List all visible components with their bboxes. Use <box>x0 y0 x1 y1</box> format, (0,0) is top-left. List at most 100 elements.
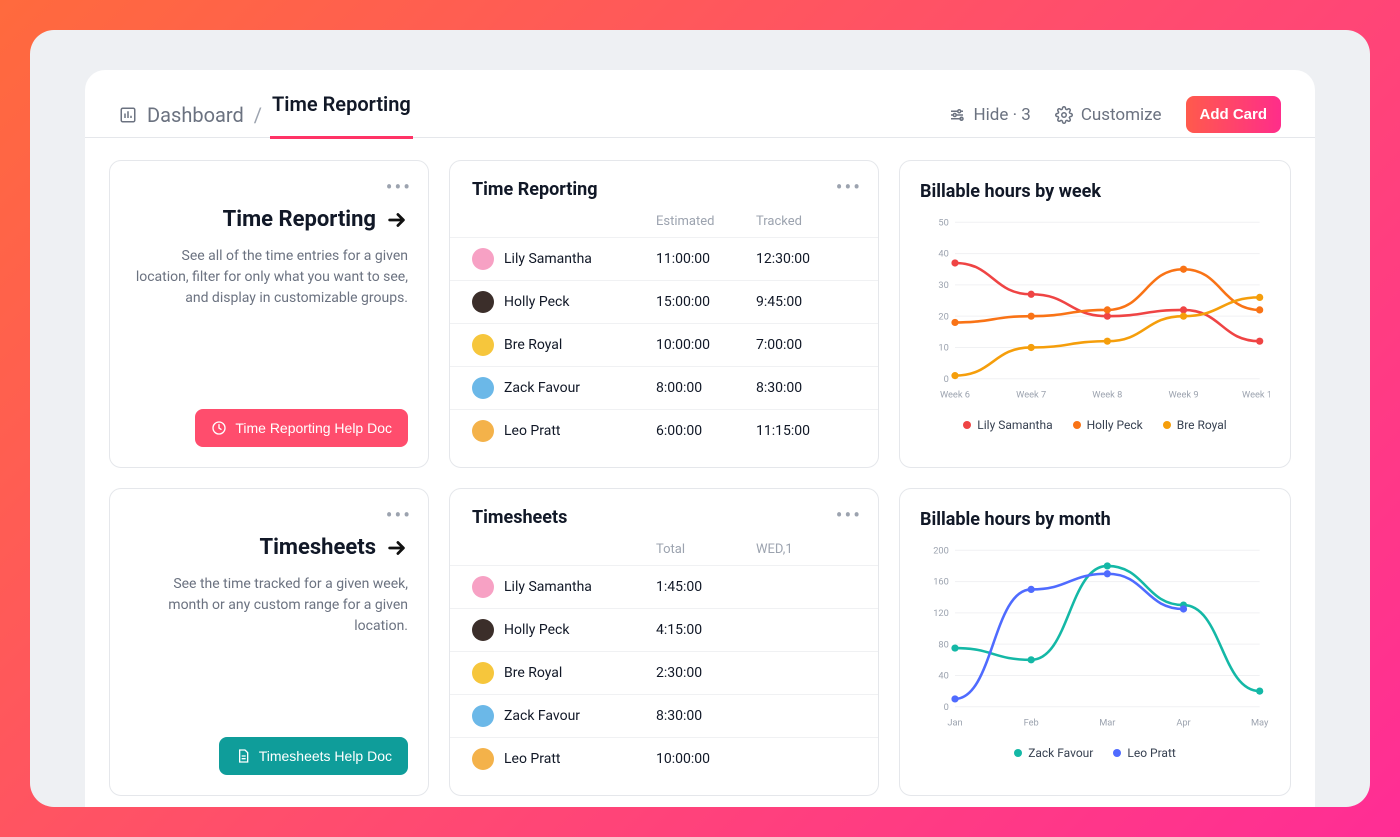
table-title: Timesheets <box>450 489 878 534</box>
cell-estimated: 11:00:00 <box>656 251 756 267</box>
more-icon[interactable]: ••• <box>836 503 862 527</box>
avatar <box>472 619 494 641</box>
svg-text:Week 8: Week 8 <box>1092 389 1122 400</box>
legend-dot <box>1073 421 1081 429</box>
svg-text:30: 30 <box>938 280 948 291</box>
chart-title: Billable hours by month <box>920 509 1270 530</box>
customize-button[interactable]: Customize <box>1055 105 1162 125</box>
chart-week-plot: 01020304050Week 6Week 7Week 8Week 9Week … <box>920 212 1270 408</box>
cell-name: Lily Samantha <box>504 579 592 595</box>
more-icon[interactable]: ••• <box>386 503 412 527</box>
table-row[interactable]: Leo Pratt 10:00:00 <box>450 737 878 780</box>
legend-dot <box>963 421 971 429</box>
avatar <box>472 662 494 684</box>
avatar <box>472 291 494 313</box>
cell-name: Lily Samantha <box>504 251 592 267</box>
table-row[interactable]: Lily Samantha 11:00:0012:30:00 <box>450 237 878 280</box>
cell-tracked: 12:30:00 <box>756 251 856 267</box>
svg-text:10: 10 <box>938 343 948 354</box>
more-icon[interactable]: ••• <box>836 175 862 199</box>
svg-text:120: 120 <box>933 608 949 619</box>
legend-dot <box>1113 749 1121 757</box>
time-reporting-help-button[interactable]: Time Reporting Help Doc <box>195 409 408 447</box>
clock-icon <box>211 420 227 436</box>
svg-text:Week 6: Week 6 <box>940 389 970 400</box>
hide-toggle[interactable]: Hide · 3 <box>948 105 1031 125</box>
cell-name: Zack Favour <box>504 708 580 724</box>
chart-billable-month: Billable hours by month 04080120160200Ja… <box>899 488 1291 796</box>
table-row[interactable]: Holly Peck4:15:00 <box>450 608 878 651</box>
cell-name: Bre Royal <box>504 337 562 353</box>
svg-text:80: 80 <box>938 639 948 650</box>
cell-name: Holly Peck <box>504 622 569 638</box>
svg-text:Mar: Mar <box>1099 717 1115 728</box>
dashboard-icon <box>119 106 137 124</box>
svg-text:40: 40 <box>938 249 948 260</box>
svg-text:May: May <box>1251 717 1269 728</box>
svg-text:20: 20 <box>938 311 948 322</box>
table-header: Estimated Tracked <box>450 206 878 237</box>
cell-estimated: 8:00:00 <box>656 380 756 396</box>
legend-dot <box>1014 749 1022 757</box>
table-row[interactable]: Zack Favour8:00:008:30:00 <box>450 366 878 409</box>
cell-total: 10:00:00 <box>656 751 756 767</box>
avatar <box>472 334 494 356</box>
arrow-right-icon[interactable] <box>386 537 408 559</box>
cell-name: Holly Peck <box>504 294 569 310</box>
more-icon[interactable]: ••• <box>386 175 412 199</box>
chart-legend: Zack FavourLeo Pratt <box>920 746 1270 760</box>
svg-text:Jan: Jan <box>947 717 962 728</box>
chart-month-plot: 04080120160200JanFebMarAprMay <box>920 540 1270 736</box>
cell-tracked: 7:00:00 <box>756 337 856 353</box>
table-row[interactable]: Holly Peck15:00:009:45:00 <box>450 280 878 323</box>
avatar <box>472 420 494 442</box>
chart-title: Billable hours by week <box>920 181 1270 202</box>
breadcrumb-current[interactable]: Time Reporting <box>272 92 411 138</box>
col-estimated: Estimated <box>656 214 756 229</box>
breadcrumb-root[interactable]: Dashboard <box>147 103 244 127</box>
cell-tracked: 8:30:00 <box>756 380 856 396</box>
col-total: Total <box>656 542 756 557</box>
table-title: Time Reporting <box>450 161 878 206</box>
cell-estimated: 10:00:00 <box>656 337 756 353</box>
svg-text:0: 0 <box>944 702 949 713</box>
info-card-timesheets: ••• Timesheets See the time tracked for … <box>109 488 429 796</box>
breadcrumb-current-label: Time Reporting <box>272 92 411 116</box>
table-row[interactable]: Bre Royal2:30:00 <box>450 651 878 694</box>
hide-label: Hide · 3 <box>974 105 1031 125</box>
sliders-icon <box>948 106 966 124</box>
legend-item: Lily Samantha <box>963 418 1052 432</box>
avatar <box>472 748 494 770</box>
table-row[interactable]: Leo Pratt6:00:0011:15:00 <box>450 409 878 452</box>
legend-item: Zack Favour <box>1014 746 1093 760</box>
cell-name: Bre Royal <box>504 665 562 681</box>
tab-underline <box>270 136 413 139</box>
timesheets-help-button[interactable]: Timesheets Help Doc <box>219 737 408 775</box>
legend-item: Bre Royal <box>1163 418 1227 432</box>
legend-item: Holly Peck <box>1073 418 1143 432</box>
col-tracked: Tracked <box>756 214 856 229</box>
timesheets-table-card: ••• Timesheets Total WED,1 Lily Samantha… <box>449 488 879 796</box>
cell-name: Leo Pratt <box>504 751 561 767</box>
table-row[interactable]: Bre Royal 10:00:007:00:00 <box>450 323 878 366</box>
chart-legend: Lily Samantha Holly Peck Bre Royal <box>920 418 1270 432</box>
svg-text:Apr: Apr <box>1176 717 1190 728</box>
add-card-button[interactable]: Add Card <box>1186 96 1282 133</box>
time-reporting-table-card: ••• Time Reporting Estimated Tracked Lil… <box>449 160 879 468</box>
svg-text:160: 160 <box>933 577 949 588</box>
doc-icon <box>235 748 251 764</box>
table-row[interactable]: Lily Samantha1:45:00 <box>450 565 878 608</box>
info-desc: See all of the time entries for a given … <box>130 246 408 309</box>
avatar <box>472 576 494 598</box>
svg-text:Week 9: Week 9 <box>1168 389 1198 400</box>
topbar: Dashboard / Time Reporting Hide · 3 Cust… <box>85 70 1315 138</box>
help-label: Timesheets Help Doc <box>259 748 392 764</box>
cell-name: Leo Pratt <box>504 423 561 439</box>
info-title: Time Reporting <box>223 207 376 232</box>
help-label: Time Reporting Help Doc <box>235 420 392 436</box>
breadcrumb: Dashboard / Time Reporting <box>119 92 411 138</box>
arrow-right-icon[interactable] <box>386 209 408 231</box>
svg-text:Feb: Feb <box>1024 717 1039 728</box>
avatar <box>472 377 494 399</box>
table-row[interactable]: Zack Favour8:30:00 <box>450 694 878 737</box>
